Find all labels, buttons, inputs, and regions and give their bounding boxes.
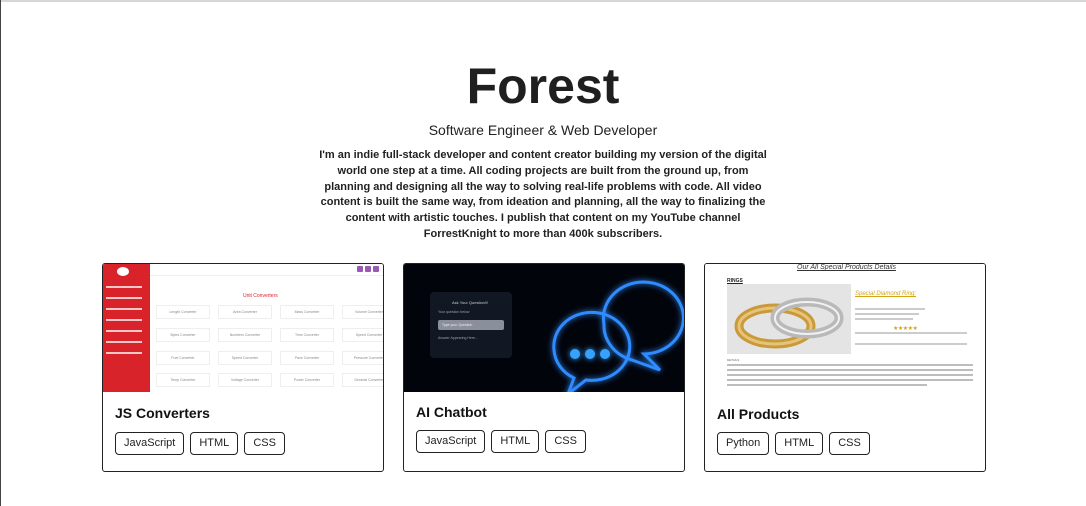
converter-cell: Pace Converter [280,351,334,365]
square-icon [365,266,371,272]
sidebar-item [106,308,142,310]
thumbnail-heading: Unit Converters [243,293,278,299]
tag-javascript[interactable]: JavaScript [115,432,185,455]
tag-css[interactable]: CSS [829,432,870,455]
tag-list: JavaScript HTML CSS [416,430,586,453]
details-label: DETAILS [727,358,740,362]
ring-image [727,284,851,354]
converter-cell: Speed Converter [342,328,383,342]
text-line [727,369,973,371]
product-title: Special Diamond Ring: [855,291,917,297]
tag-html[interactable]: HTML [190,432,239,455]
converter-cell: Fuel Converter [156,351,210,365]
text-line [727,384,927,386]
converter-cell: Time Converter [280,328,334,342]
text-line [727,374,973,376]
thumbnail-topbar [150,264,383,276]
converter-cell: Volume Converter [342,305,383,319]
project-title: JS Converters [115,405,210,421]
chat-panel-input: Type your Question [438,320,504,330]
text-line [727,364,973,366]
tag-css[interactable]: CSS [244,432,285,455]
converter-cell: Mass Converter [280,305,334,319]
converter-cell: Power Converter [280,373,334,387]
project-thumbnail[interactable]: Unit Converters Length Converter Area Con… [103,264,383,392]
tag-css[interactable]: CSS [545,430,586,453]
converter-cell: Speed Converter [218,351,272,365]
tag-html[interactable]: HTML [775,432,824,455]
thumbnail-sidebar [103,264,150,392]
project-card-js-converters[interactable]: Unit Converters Length Converter Area Con… [102,263,384,472]
project-card-ai-chatbot[interactable]: Ask Your Question!!! Your question below… [403,263,685,472]
converter-cell: Decimal Converter [342,373,383,387]
text-line [855,343,967,345]
converter-cell: Numbers Converter [218,328,272,342]
tag-list: JavaScript HTML CSS [115,432,285,455]
text-line [855,318,913,320]
text-line [855,332,967,334]
tag-html[interactable]: HTML [491,430,540,453]
chat-panel-answer: Answer Appearing Here... [438,336,478,340]
logo-icon [117,267,129,276]
sidebar-item [106,341,142,343]
sidebar-item [106,330,142,332]
thumbnail-heading: Our All Special Products Details [797,264,896,271]
sidebar-item [106,352,142,354]
page-title: Forest [466,58,620,114]
window-top-border [0,0,1086,2]
converter-cell: Temp Converter [156,373,210,387]
sidebar-item [106,286,142,288]
converter-cell: Length Converter [156,305,210,319]
chat-panel-label: Your question below [438,310,470,314]
chat-panel-title: Ask Your Question!!! [452,300,489,305]
sidebar-item [106,319,142,321]
project-thumbnail[interactable]: Ask Your Question!!! Your question below… [404,264,684,392]
text-line [855,308,925,310]
project-title: AI Chatbot [416,404,487,420]
converter-cell: Area Converter [218,305,272,319]
converter-cell: Pressure Converter [342,351,383,365]
converter-cell: Bytes Converter [156,328,210,342]
page-subtitle: Software Engineer & Web Developer [428,122,658,138]
project-thumbnail[interactable]: Our All Special Products Details RINGS S… [705,264,985,392]
text-line [727,379,973,381]
square-icon [373,266,379,272]
square-icon [357,266,363,272]
tag-list: Python HTML CSS [717,432,870,455]
tag-javascript[interactable]: JavaScript [416,430,486,453]
converter-cell: Voltage Converter [218,373,272,387]
tag-python[interactable]: Python [717,432,770,455]
rating-stars: ★★★★★ [893,326,918,332]
bio-paragraph: I'm an indie full-stack developer and co… [319,149,767,240]
hero-section: Forest Software Engineer & Web Developer… [0,56,1086,243]
text-line [855,313,919,315]
project-title: All Products [717,406,800,422]
project-card-all-products[interactable]: Our All Special Products Details RINGS S… [704,263,986,472]
sidebar-item [106,297,142,299]
